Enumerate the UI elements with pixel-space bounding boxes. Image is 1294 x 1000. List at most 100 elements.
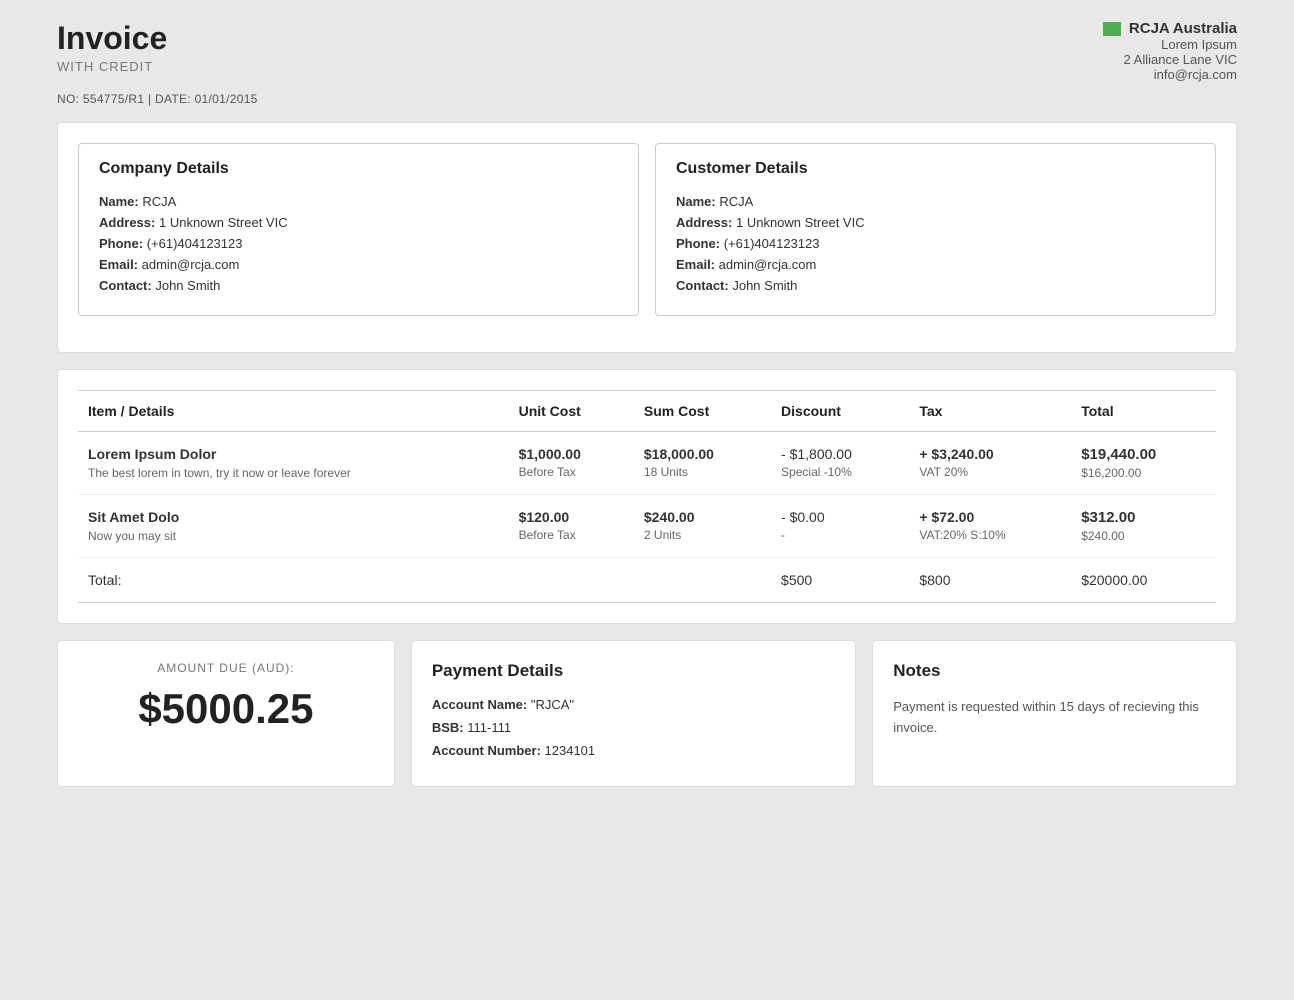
customer-phone-value: (+61)404123123 (724, 236, 820, 251)
account-number-label: Account Number: (432, 743, 541, 758)
details-section: Company Details Name: RCJA Address: 1 Un… (57, 122, 1237, 353)
payment-details-box: Payment Details Account Name: "RJCA" BSB… (411, 640, 856, 787)
total-unit-cost-empty (509, 558, 634, 603)
row2-item-name: Sit Amet Dolo (88, 509, 499, 525)
col-discount: Discount (771, 391, 909, 432)
customer-address-value: 1 Unknown Street VIC (736, 215, 865, 230)
account-name-label: Account Name: (432, 697, 527, 712)
company-email-label: Email: (99, 257, 138, 272)
invoice-meta: NO: 554775/R1 | DATE: 01/01/2015 (57, 92, 1237, 106)
company-logo-icon (1103, 22, 1121, 36)
row2-total-sub: $240.00 (1081, 529, 1206, 543)
row1-unit-cost-main: $1,000.00 (519, 446, 624, 462)
customer-contact-row: Contact: John Smith (676, 278, 1195, 293)
company-contact-value: John Smith (155, 278, 220, 293)
row2-total-main: $312.00 (1081, 509, 1206, 526)
header-right: RCJA Australia Lorem Ipsum 2 Alliance La… (1103, 20, 1237, 82)
amount-due-box: AMOUNT DUE (AUD): $5000.25 (57, 640, 395, 787)
row2-item-desc: Now you may sit (88, 529, 499, 543)
row1-discount-sub: Special -10% (781, 465, 899, 479)
company-email-row: Email: admin@rcja.com (99, 257, 618, 272)
row1-sum-cost-sub: 18 Units (644, 465, 761, 479)
row2-unit-cost-sub: Before Tax (519, 528, 624, 542)
row2-sum-cost-sub: 2 Units (644, 528, 761, 542)
row2-tax-sub: VAT:20% S:10% (919, 528, 1061, 542)
row2-unit-cost: $120.00 Before Tax (509, 495, 634, 558)
row1-tax-main: + $3,240.00 (919, 446, 1061, 462)
invoice-no-label: NO: (57, 92, 79, 106)
amount-due-value: $5000.25 (78, 685, 374, 733)
row1-tax: + $3,240.00 VAT 20% (909, 432, 1071, 495)
customer-name-label: Name: (676, 194, 716, 209)
amount-due-label: AMOUNT DUE (AUD): (78, 661, 374, 675)
row1-item: Lorem Ipsum Dolor The best lorem in town… (78, 432, 509, 495)
company-details-box: Company Details Name: RCJA Address: 1 Un… (78, 143, 639, 316)
total-label: Total: (78, 558, 509, 603)
header-left: Invoice WITH CREDIT (57, 20, 167, 74)
meta-separator: | (148, 92, 155, 106)
company-address-row: Address: 1 Unknown Street VIC (99, 215, 618, 230)
company-address-value: 1 Unknown Street VIC (159, 215, 288, 230)
customer-email-label: Email: (676, 257, 715, 272)
company-phone-row: Phone: (+61)404123123 (99, 236, 618, 251)
details-row: Company Details Name: RCJA Address: 1 Un… (78, 143, 1216, 316)
row1-unit-cost: $1,000.00 Before Tax (509, 432, 634, 495)
row1-total-main: $19,440.00 (1081, 446, 1206, 463)
table-total-row: Total: $500 $800 $20000.00 (78, 558, 1216, 603)
invoice-title: Invoice (57, 20, 167, 57)
row1-sum-cost-main: $18,000.00 (644, 446, 761, 462)
customer-contact-value: John Smith (732, 278, 797, 293)
customer-contact-label: Contact: (676, 278, 729, 293)
invoice-header: Invoice WITH CREDIT RCJA Australia Lorem… (57, 20, 1237, 82)
total-sum-cost-empty (634, 558, 771, 603)
row1-discount: - $1,800.00 Special -10% (771, 432, 909, 495)
row1-discount-main: - $1,800.00 (781, 446, 899, 462)
row2-unit-cost-main: $120.00 (519, 509, 624, 525)
col-total: Total (1071, 391, 1216, 432)
company-name-value: RCJA (142, 194, 176, 209)
bsb-row: BSB: 111-111 (432, 720, 835, 735)
account-number-value: 1234101 (545, 743, 596, 758)
col-sum-cost: Sum Cost (634, 391, 771, 432)
customer-phone-row: Phone: (+61)404123123 (676, 236, 1195, 251)
account-number-row: Account Number: 1234101 (432, 743, 835, 758)
row1-item-desc: The best lorem in town, try it now or le… (88, 466, 499, 480)
row2-total: $312.00 $240.00 (1071, 495, 1216, 558)
line-items-section: Item / Details Unit Cost Sum Cost Discou… (57, 369, 1237, 624)
company-contact-label: Contact: (99, 278, 152, 293)
row1-unit-cost-sub: Before Tax (519, 465, 624, 479)
total-total: $20000.00 (1071, 558, 1216, 603)
bsb-label: BSB: (432, 720, 464, 735)
customer-address-row: Address: 1 Unknown Street VIC (676, 215, 1195, 230)
row2-tax: + $72.00 VAT:20% S:10% (909, 495, 1071, 558)
customer-email-value: admin@rcja.com (719, 257, 817, 272)
invoice-date-value: 01/01/2015 (195, 92, 258, 106)
account-name-row: Account Name: "RJCA" (432, 697, 835, 712)
company-details-heading: Company Details (99, 160, 618, 178)
table-header-row: Item / Details Unit Cost Sum Cost Discou… (78, 391, 1216, 432)
col-tax: Tax (909, 391, 1071, 432)
table-row: Sit Amet Dolo Now you may sit $120.00 Be… (78, 495, 1216, 558)
invoice-subtitle: WITH CREDIT (57, 59, 167, 74)
company-contact-row: Contact: John Smith (99, 278, 618, 293)
company-name-label: Name: (99, 194, 139, 209)
total-tax: $800 (909, 558, 1071, 603)
row2-discount-sub: - (781, 528, 899, 542)
company-address-label: Address: (99, 215, 155, 230)
invoice-date-label: DATE: (155, 92, 191, 106)
customer-details-box: Customer Details Name: RCJA Address: 1 U… (655, 143, 1216, 316)
company-phone-label: Phone: (99, 236, 143, 251)
notes-box: Notes Payment is requested within 15 day… (872, 640, 1237, 787)
company-email: info@rcja.com (1103, 67, 1237, 82)
company-email-value: admin@rcja.com (142, 257, 240, 272)
account-name-value: "RJCA" (531, 697, 574, 712)
company-name: RCJA Australia (1129, 20, 1237, 37)
col-item: Item / Details (78, 391, 509, 432)
row2-discount-main: - $0.00 (781, 509, 899, 525)
total-discount: $500 (771, 558, 909, 603)
row1-sum-cost: $18,000.00 18 Units (634, 432, 771, 495)
company-name-row: Name: RCJA (99, 194, 618, 209)
company-phone-value: (+61)404123123 (147, 236, 243, 251)
customer-name-row: Name: RCJA (676, 194, 1195, 209)
row1-total-sub: $16,200.00 (1081, 466, 1206, 480)
